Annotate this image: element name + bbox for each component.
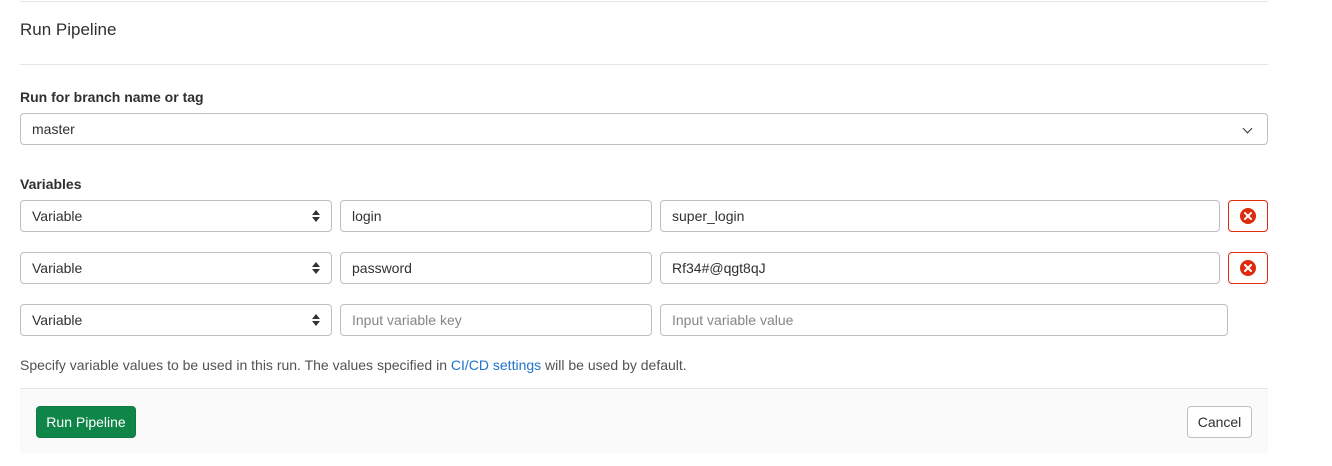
variable-key-input[interactable]: Input variable key — [340, 304, 652, 336]
branch-label: Run for branch name or tag — [20, 89, 204, 105]
chevron-down-icon — [1242, 123, 1253, 134]
remove-circle-icon — [1240, 208, 1256, 224]
variable-key-value: password — [352, 260, 412, 276]
remove-circle-icon — [1240, 260, 1256, 276]
variable-value-input[interactable]: Input variable value — [660, 304, 1228, 336]
cancel-button[interactable]: Cancel — [1187, 406, 1252, 438]
variable-value-input[interactable]: super_login — [660, 200, 1220, 232]
help-text-after: will be used by default. — [541, 357, 687, 373]
variable-value-placeholder: Input variable value — [672, 312, 794, 328]
updown-arrows-icon — [312, 210, 320, 222]
variable-key-input[interactable]: login — [340, 200, 652, 232]
form-actions: Run Pipeline Cancel — [20, 388, 1268, 454]
variable-type-select[interactable]: Variable — [20, 200, 332, 232]
variable-key-value: login — [352, 208, 382, 224]
branch-select-value: master — [32, 121, 75, 137]
title-divider — [20, 64, 1268, 65]
variable-value-text: super_login — [672, 208, 745, 224]
updown-arrows-icon — [312, 262, 320, 274]
branch-select[interactable]: master — [20, 113, 1268, 145]
variable-type-value: Variable — [32, 260, 83, 276]
remove-variable-button[interactable] — [1228, 252, 1268, 284]
run-pipeline-button[interactable]: Run Pipeline — [36, 406, 136, 438]
variable-type-select[interactable]: Variable — [20, 252, 332, 284]
help-text: Specify variable values to be used in th… — [20, 356, 687, 374]
updown-arrows-icon — [312, 314, 320, 326]
variable-type-value: Variable — [32, 208, 83, 224]
variables-label: Variables — [20, 176, 82, 192]
variable-key-placeholder: Input variable key — [352, 312, 462, 328]
ci-cd-settings-link[interactable]: CI/CD settings — [451, 357, 541, 373]
variable-type-value: Variable — [32, 312, 83, 328]
variable-value-input[interactable]: Rf34#@qgt8qJ — [660, 252, 1220, 284]
variable-value-text: Rf34#@qgt8qJ — [672, 260, 766, 276]
variable-key-input[interactable]: password — [340, 252, 652, 284]
page-title: Run Pipeline — [20, 20, 117, 39]
help-text-before: Specify variable values to be used in th… — [20, 357, 451, 373]
variable-type-select[interactable]: Variable — [20, 304, 332, 336]
remove-variable-button[interactable] — [1228, 200, 1268, 232]
top-divider — [20, 1, 1268, 2]
